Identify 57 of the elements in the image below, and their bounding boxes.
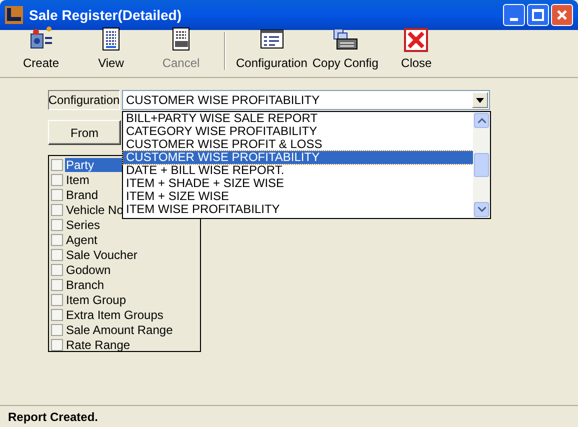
filter-label[interactable]: Item bbox=[65, 172, 90, 186]
checkbox[interactable] bbox=[51, 324, 63, 336]
scroll-up-button[interactable] bbox=[474, 113, 489, 128]
dropdown-option[interactable]: CUSTOMER WISE PROFIT & LOSS bbox=[123, 138, 473, 151]
window-title: Sale Register(Detailed) bbox=[29, 6, 182, 25]
toolbar-button[interactable]: Copy Config bbox=[309, 26, 382, 72]
configuration-label: Configuration bbox=[48, 90, 120, 110]
dropdown-option[interactable]: ITEM + SHADE + SIZE WISE bbox=[123, 177, 473, 190]
maximize-button[interactable] bbox=[527, 4, 549, 26]
from-button[interactable]: From bbox=[48, 120, 121, 145]
checkbox[interactable] bbox=[51, 234, 63, 246]
checkbox[interactable] bbox=[51, 308, 63, 320]
close-button[interactable] bbox=[551, 4, 573, 26]
filter-label[interactable]: Branch bbox=[65, 278, 106, 292]
minimize-button[interactable] bbox=[503, 4, 525, 26]
dropdown-button[interactable] bbox=[472, 92, 488, 108]
checkbox[interactable] bbox=[51, 188, 63, 200]
filter-label[interactable]: Series bbox=[65, 218, 102, 232]
scroll-down-button[interactable] bbox=[474, 202, 489, 217]
toolbar-button[interactable]: Close bbox=[381, 28, 452, 72]
toolbar-button[interactable]: Configuration bbox=[234, 26, 310, 72]
toolbar-button[interactable]: Create bbox=[6, 26, 76, 72]
checkbox[interactable] bbox=[51, 248, 63, 260]
copy-icon bbox=[332, 26, 358, 52]
checkbox[interactable] bbox=[51, 264, 63, 276]
checkbox[interactable] bbox=[51, 294, 63, 306]
filter-label[interactable]: Rate Range bbox=[65, 338, 132, 352]
caret-icon bbox=[476, 98, 484, 102]
filter-label[interactable]: Item Group bbox=[65, 292, 128, 306]
close-icon bbox=[404, 28, 428, 52]
configuration-value: CUSTOMER WISE PROFITABILITY bbox=[126, 92, 321, 109]
status-text: Report Created. bbox=[8, 408, 98, 426]
filter-label[interactable]: Agent bbox=[65, 232, 98, 246]
dropdown-option[interactable]: CATEGORY WISE PROFITABILITY bbox=[123, 125, 473, 138]
filter-label[interactable]: Godown bbox=[65, 262, 112, 276]
scrollbar[interactable] bbox=[473, 112, 490, 218]
app-icon bbox=[5, 6, 23, 24]
filter-label[interactable]: Extra Item Groups bbox=[65, 308, 164, 322]
dropdown-option[interactable]: ITEM + SIZE WISE bbox=[123, 190, 473, 203]
checkbox[interactable] bbox=[51, 218, 63, 230]
dropdown-option[interactable]: BILL+PARTY WISE SALE REPORT bbox=[123, 112, 473, 125]
dropdown-option[interactable]: CUSTOMER WISE PROFITABILITY bbox=[123, 151, 473, 164]
checkbox[interactable] bbox=[51, 174, 63, 186]
chevron-up-icon bbox=[478, 118, 486, 123]
filter-label[interactable]: Sale Amount Range bbox=[65, 322, 174, 336]
dropdown-option[interactable]: ITEM WISE PROFITABILITY bbox=[123, 203, 473, 216]
filter-label[interactable]: Sale Voucher bbox=[65, 248, 138, 262]
close-icon bbox=[556, 9, 568, 21]
scroll-thumb[interactable] bbox=[474, 153, 489, 177]
chevron-down-icon bbox=[478, 207, 486, 212]
checkbox[interactable] bbox=[51, 158, 63, 170]
checkbox[interactable] bbox=[51, 204, 63, 216]
filter-label[interactable]: Brand bbox=[65, 188, 100, 202]
configuration-combo[interactable]: CUSTOMER WISE PROFITABILITY bbox=[122, 90, 490, 110]
checkbox[interactable] bbox=[51, 278, 63, 290]
toolbar-button[interactable]: View bbox=[76, 26, 146, 72]
checkbox[interactable] bbox=[51, 338, 63, 350]
